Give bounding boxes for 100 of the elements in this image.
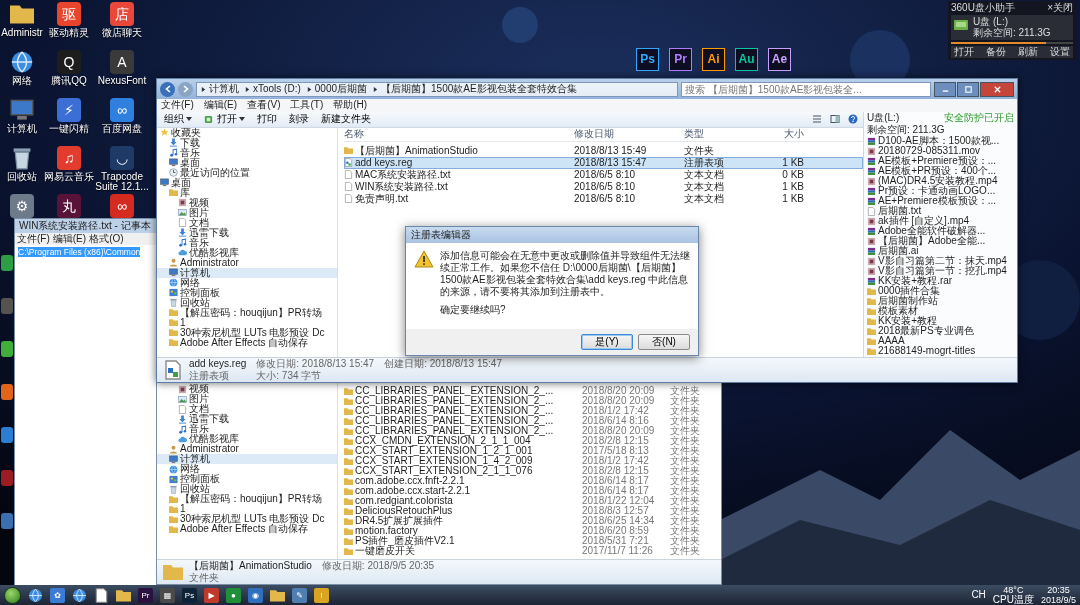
file-row[interactable]: PS插件_磨皮插件V2.1 2018/5/31 7:21 文件夹 [344, 536, 721, 546]
app-icon[interactable]: ∞ [110, 194, 134, 218]
file-row[interactable]: CC_LIBRARIES_PANEL_EXTENSION_2_... 2018/8/20 20:09 文件夹 [344, 426, 721, 436]
nav-item[interactable]: 文档 [157, 217, 337, 228]
file-row[interactable]: 一键磨皮开关 2017/11/7 11:26 文件夹 [344, 546, 721, 556]
file-row[interactable]: 免责声明.txt 2018/6/5 8:10 文本文档 1 KB [344, 192, 863, 205]
menu-item[interactable]: 工具(T) [290, 100, 324, 111]
file-item[interactable]: V影自习篇第二节：抹天.mp4 [867, 256, 1017, 266]
file-row[interactable]: com.adobe.ccx.start-2.2.1 2018/6/14 8:17 文件夹 [344, 486, 721, 496]
nav-item[interactable]: Administrator [157, 257, 337, 268]
breadcrumb-item[interactable]: 计算机 [201, 84, 239, 94]
file-row[interactable]: CCX_START_EXTENSION_2_1_1_076 2018/2/8 12:15 文件夹 [344, 466, 721, 476]
nav-item[interactable]: 1 [157, 317, 337, 328]
nav-item[interactable]: 音乐 [157, 237, 337, 248]
menu-item[interactable]: 格式(O) [89, 234, 124, 244]
app-icon[interactable] [1, 384, 13, 400]
app-icon[interactable]: Ae [768, 48, 791, 71]
file-row[interactable]: DR4.5扩展扩展插件 2018/6/25 14:34 文件夹 [344, 516, 721, 526]
help-button[interactable] [847, 113, 859, 126]
taskbar-app-icon[interactable]: ● [226, 587, 241, 603]
nav-item[interactable]: 【解压密码：houqijun】PR转场 [157, 307, 337, 318]
taskbar-app-icon[interactable]: ▶ [204, 587, 219, 603]
nav-item[interactable]: 音乐 [157, 147, 337, 158]
file-row[interactable]: CCX_START_EXTENSION_1_4_2_009 2018/1/2 17:42 文件夹 [344, 456, 721, 466]
app-icon[interactable]: 驱 [57, 2, 81, 26]
address-bar[interactable]: 计算机 xTools (D:) 0000后期菌 【后期菌】1500款AE影视包装全套特效合集 [196, 81, 678, 97]
file-item[interactable]: 21688149-mogrt-titles [867, 346, 1017, 356]
menu-item[interactable]: 文件(F) [17, 234, 50, 244]
app-icon[interactable]: Ai [702, 48, 725, 71]
file-item[interactable]: ak插件 [自定义].mp4 [867, 216, 1017, 226]
file-row[interactable]: 【后期菌】AnimationStudio 2018/8/13 15:49 文件夹 [344, 144, 863, 157]
toolbar-button[interactable]: 打开 [201, 112, 248, 126]
file-row[interactable]: com.redgiant.colorista 2018/1/22 12:04 文件夹 [344, 496, 721, 506]
toolbar-button[interactable]: 组织 [161, 112, 195, 126]
file-item[interactable]: AE+Premiere模板预设：... [867, 196, 1017, 206]
language-indicator[interactable]: CH [971, 590, 986, 600]
file-row[interactable]: CC_LIBRARIES_PANEL_EXTENSION_2_... 2018/1/2 17:42 文件夹 [344, 406, 721, 416]
menu-item[interactable]: 查看(V) [247, 100, 281, 111]
taskbar-app-icon[interactable]: ▦ [160, 587, 175, 603]
file-row[interactable]: CC_LIBRARIES_PANEL_EXTENSION_2_... 2018/6/14 8:16 文件夹 [344, 416, 721, 426]
app-icon[interactable]: Pr [669, 48, 692, 71]
app-icon[interactable]: ⚙ [10, 194, 34, 218]
forward-button[interactable] [178, 81, 193, 97]
menu-item[interactable]: 编辑(E) [203, 100, 238, 111]
file-row[interactable]: CCX_CMDN_EXTENSION_2_1_1_004 2018/2/8 12:15 文件夹 [344, 436, 721, 446]
file-item[interactable]: AAAA [867, 336, 1017, 346]
file-row[interactable]: WIN系统安装路径.txt 2018/6/5 8:10 文本文档 1 KB [344, 180, 863, 193]
nav-item[interactable]: 桌面 [157, 177, 337, 188]
file-item[interactable]: V影自习篇第一节：挖孔.mp4 [867, 266, 1017, 276]
file-item[interactable]: KK安装+教程 [867, 316, 1017, 326]
close-button[interactable] [980, 81, 1014, 97]
file-item[interactable]: 2018最新PS专业调色 [867, 326, 1017, 336]
file-row[interactable]: com.adobe.ccx.fnft-2.2.1 2018/6/14 8:17 文件夹 [344, 476, 721, 486]
nav-item[interactable]: 优酷影视库 [157, 247, 337, 258]
nav-item[interactable]: 收藏夹 [157, 127, 337, 138]
file-item[interactable]: Adobe全能软件破解器... [867, 226, 1017, 236]
file-item[interactable]: (MAC)DR4.5安装教程.mp4 [867, 176, 1017, 186]
nav-item[interactable]: 图片 [157, 394, 337, 404]
nav-item[interactable]: 1 [157, 504, 337, 514]
file-row[interactable]: MAC系统安装路径.txt 2018/6/5 8:10 文本文档 0 KB [344, 168, 863, 181]
app-icon[interactable] [1, 513, 13, 529]
nav-item[interactable]: 最近访问的位置 [157, 167, 337, 178]
nav-item[interactable]: 控制面板 [157, 474, 337, 484]
column-header[interactable]: 名称 [344, 129, 574, 140]
minimize-button[interactable] [934, 81, 956, 97]
file-item[interactable]: AE模板+PR预设：400个... [867, 166, 1017, 176]
file-item[interactable]: 模板素材 [867, 306, 1017, 316]
nav-item[interactable]: 网络 [157, 464, 337, 474]
file-item[interactable]: Pr预设：卡通动画LOGO... [867, 186, 1017, 196]
file-item[interactable]: 0000插件合集 [867, 286, 1017, 296]
app-icon[interactable] [1, 255, 13, 271]
nav-item[interactable]: 计算机 [157, 267, 337, 278]
widget-button[interactable]: 备份 [983, 46, 1009, 58]
file-item[interactable]: 后期菌.txt [867, 206, 1017, 216]
start-button[interactable] [4, 586, 21, 604]
app-icon[interactable]: Q [57, 50, 81, 74]
file-item[interactable]: 后期菌制作站 [867, 296, 1017, 306]
app-icon[interactable] [1, 427, 13, 443]
nav-item[interactable]: 【解压密码：houqijun】PR转场 [157, 494, 337, 504]
widget-button[interactable]: 刷新 [1015, 46, 1041, 58]
file-row[interactable]: CC_LIBRARIES_PANEL_EXTENSION_2_... 2018/8/20 20:09 文件夹 [344, 386, 721, 396]
nav-item[interactable]: Adobe After Effects 自动保存 [157, 337, 337, 348]
nav-item[interactable]: 迅雷下载 [157, 414, 337, 424]
search-field[interactable]: 搜索 【后期菌】1500款AE影视包装全... [681, 81, 931, 97]
nav-item[interactable]: 下载 [157, 137, 337, 148]
widget-button[interactable]: 设置 [1047, 46, 1073, 58]
taskbar-app-icon[interactable]: ✎ [292, 587, 307, 603]
taskbar-app-icon[interactable]: ◉ [248, 587, 263, 603]
taskbar-app-icon[interactable]: Ps [182, 587, 197, 603]
app-icon[interactable]: ◡ [110, 146, 134, 170]
app-icon[interactable]: ∞ [110, 98, 134, 122]
nav-item[interactable]: 控制面板 [157, 287, 337, 298]
preview-pane-button[interactable] [829, 113, 841, 126]
nav-item[interactable]: 音乐 [157, 424, 337, 434]
widget-button[interactable]: 打开 [951, 46, 977, 58]
app-icon[interactable]: ♫ [57, 146, 81, 170]
column-header[interactable]: 大小 [754, 129, 804, 140]
toolbar-button[interactable]: 新建文件夹 [318, 112, 374, 126]
nav-item[interactable]: 30种索尼机型 LUTs 电影预设 Dc [157, 514, 337, 524]
maximize-button[interactable] [957, 81, 979, 97]
